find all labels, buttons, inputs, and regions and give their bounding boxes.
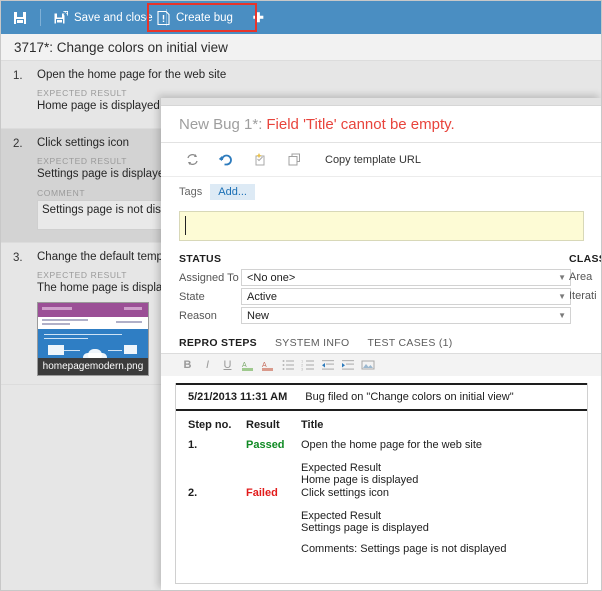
row-expected-label: Expected Result — [301, 510, 382, 522]
reason-label: Reason — [179, 309, 217, 322]
state-select[interactable]: Active ▼ — [241, 288, 571, 305]
row-title: Click settings icon — [301, 487, 390, 499]
thumbnail-header-band — [38, 303, 148, 317]
bullet-list-icon[interactable] — [279, 357, 296, 374]
copy-icon[interactable] — [277, 152, 311, 167]
row-result: Failed — [246, 487, 278, 499]
column-result: Result — [246, 419, 280, 431]
insert-image-icon[interactable] — [359, 357, 376, 374]
row-step-no: 2. — [188, 487, 198, 499]
text-highlight-icon[interactable]: A — [239, 357, 256, 374]
bug-title-input[interactable] — [179, 211, 584, 241]
chevron-down-icon: ▼ — [558, 292, 566, 301]
tab-repro-steps[interactable]: REPRO STEPS — [179, 337, 257, 353]
state-value: Active — [247, 290, 277, 303]
refresh-icon[interactable] — [175, 152, 209, 167]
outdent-icon[interactable] — [319, 357, 336, 374]
status-section: STATUS CLASS Assigned To <No one> ▼ Stat… — [161, 253, 601, 325]
status-heading: STATUS — [179, 253, 222, 265]
save-and-close-label: Save and close — [74, 11, 153, 24]
dialog-title-bar: New Bug 1*: Field 'Title' cannot be empt… — [161, 106, 601, 143]
main-toolbar: Save and close — [1, 1, 601, 34]
dialog-tabs: REPRO STEPS SYSTEM INFO TEST CASES (1) — [161, 331, 601, 354]
tags-label: Tags — [179, 186, 203, 198]
undo-icon[interactable] — [209, 152, 243, 168]
expected-result-label: EXPECTED RESULT — [37, 88, 128, 98]
step-number: 1. — [13, 70, 23, 82]
assigned-to-select[interactable]: <No one> ▼ — [241, 269, 571, 286]
assigned-to-label: Assigned To — [179, 271, 239, 284]
reason-row: Reason New ▼ — [179, 307, 571, 324]
step-number: 2. — [13, 138, 23, 150]
save-disk-icon — [13, 11, 27, 25]
save-and-close-icon — [54, 10, 68, 25]
repro-header-row: 5/21/2013 11:31 AM Bug filed on "Change … — [176, 385, 587, 411]
thumbnail-subheader — [38, 317, 148, 329]
assigned-to-value: <No one> — [247, 271, 296, 284]
tab-system-info[interactable]: SYSTEM INFO — [275, 337, 349, 353]
step-number: 3. — [13, 252, 23, 264]
text-caret — [185, 216, 186, 235]
row-spacer — [188, 453, 575, 462]
repro-table: Step no. Result Title 1. Passed Open the… — [176, 411, 587, 555]
row-title: Open the home page for the web site — [301, 439, 483, 451]
attachment-filename: homepagemodern.png — [38, 358, 148, 375]
step-title: Open the home page for the web site — [37, 69, 227, 81]
state-row: State Active ▼ — [179, 288, 571, 305]
dialog-drag-handle[interactable] — [161, 98, 601, 106]
row-expected-value: Settings page is displayed — [301, 522, 429, 534]
create-bug-highlight-annotation — [147, 3, 257, 32]
indent-icon[interactable] — [339, 357, 356, 374]
repro-table-row: 2. Failed Click settings icon — [188, 487, 575, 499]
attachment-thumbnail[interactable]: homepagemodern.png — [37, 302, 149, 376]
row-expected-label: Expected Result — [301, 462, 382, 474]
state-label: State — [179, 290, 205, 303]
repro-headline: Bug filed on "Change colors on initial v… — [305, 391, 514, 403]
rich-text-format-toolbar: B I U A A 123 — [161, 354, 601, 376]
repro-table-header: Step no. Result Title — [188, 419, 575, 431]
repro-timestamp: 5/21/2013 11:31 AM — [188, 391, 288, 403]
row-step-no: 1. — [188, 439, 198, 451]
dialog-title-error: Field 'Title' cannot be empty. — [266, 115, 455, 133]
save-button[interactable] — [1, 1, 35, 34]
reason-value: New — [247, 309, 270, 322]
dialog-title-text: New Bug 1*: — [179, 115, 263, 133]
tags-add-button[interactable]: Add... — [210, 184, 255, 200]
area-label: Area — [569, 271, 593, 283]
svg-text:A: A — [242, 362, 247, 369]
dialog-toolbar: Copy template URL — [161, 143, 601, 177]
reason-select[interactable]: New ▼ — [241, 307, 571, 324]
tags-row: Tags Add... — [161, 177, 601, 207]
svg-text:A: A — [262, 362, 267, 369]
numbered-list-icon[interactable]: 123 — [299, 357, 316, 374]
column-step-no: Step no. — [188, 419, 232, 431]
row-expected-value: Home page is displayed — [301, 474, 419, 486]
bold-icon[interactable]: B — [179, 357, 196, 374]
page-title: 3717*: Change colors on initial view — [1, 34, 601, 61]
svg-text:3: 3 — [301, 367, 304, 372]
app-window: Save and close Create bug ✚ 3717*: Chang… — [0, 0, 602, 591]
copy-template-url-link[interactable]: Copy template URL — [325, 154, 421, 166]
italic-icon[interactable]: I — [199, 357, 216, 374]
save-and-close-button[interactable]: Save and close — [46, 1, 161, 34]
repro-steps-editor[interactable]: 5/21/2013 11:31 AM Bug filed on "Change … — [175, 383, 588, 584]
column-title: Title — [301, 419, 324, 431]
repro-table-row: 1. Passed Open the home page for the web… — [188, 439, 575, 451]
row-result: Passed — [246, 439, 285, 451]
underline-icon[interactable]: U — [219, 357, 236, 374]
tab-test-cases[interactable]: TEST CASES (1) — [367, 337, 452, 353]
row-comment: Comments: Settings page is not displayed — [301, 543, 507, 555]
row-spacer — [188, 501, 575, 510]
classification-heading: CLASS — [569, 253, 601, 265]
assigned-to-row: Assigned To <No one> ▼ — [179, 269, 571, 286]
row-spacer — [188, 534, 575, 543]
clear-format-icon[interactable]: A — [259, 357, 276, 374]
toolbar-divider-1 — [40, 9, 41, 26]
chevron-down-icon: ▼ — [558, 311, 566, 320]
new-bug-dialog: New Bug 1*: Field 'Title' cannot be empt… — [161, 98, 601, 590]
iteration-label: Iterati — [569, 290, 597, 302]
revert-icon[interactable] — [243, 152, 277, 167]
chevron-down-icon: ▼ — [558, 273, 566, 282]
